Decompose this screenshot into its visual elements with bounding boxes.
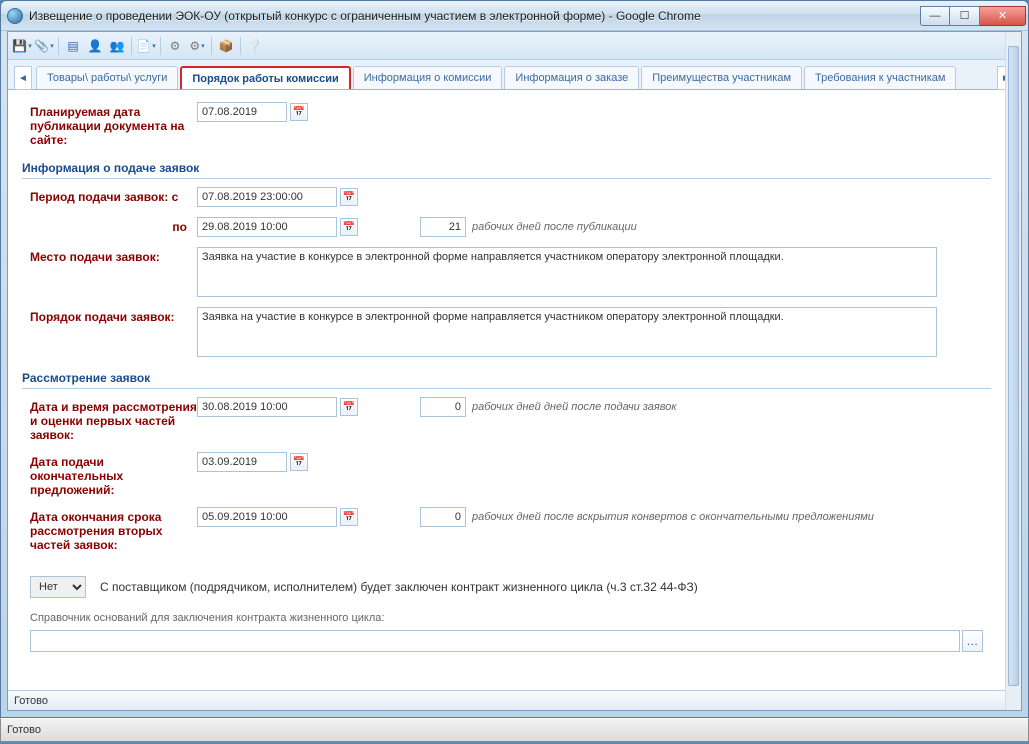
review1-label: Дата и время рассмотрения и оценки первы… <box>22 397 197 442</box>
doc-add-icon[interactable]: 📄▾ <box>136 36 156 56</box>
period-from-input[interactable] <box>197 187 337 207</box>
taskbar: Готово <box>0 718 1029 742</box>
window-titlebar: Извещение о проведении ЭОК-ОУ (открытый … <box>1 1 1028 31</box>
period-days-hint: рабочих дней после публикации <box>472 221 637 233</box>
lifecycle-contract-text: С поставщиком (подрядчиком, исполнителем… <box>100 580 698 594</box>
tab-order-info[interactable]: Информация о заказе <box>504 66 639 89</box>
final-input[interactable] <box>197 452 287 472</box>
calendar-icon[interactable]: 📅 <box>290 453 308 471</box>
close-button[interactable]: ✕ <box>980 6 1026 26</box>
tab-goods[interactable]: Товары\ работы\ услуги <box>36 66 178 89</box>
tab-scroll-left[interactable]: ◄ <box>14 66 32 90</box>
window-title: Извещение о проведении ЭОК-ОУ (открытый … <box>29 9 920 23</box>
review2-days-input[interactable] <box>420 507 466 527</box>
status-text: Готово <box>14 695 48 707</box>
attach-icon[interactable]: 📎▾ <box>34 36 54 56</box>
tab-requirements[interactable]: Требования к участникам <box>804 66 956 89</box>
taskbar-status: Готово <box>7 724 41 736</box>
place-label: Место подачи заявок: <box>22 247 197 264</box>
period-to-label: по <box>22 217 197 234</box>
gear-icon[interactable]: ⚙ <box>165 36 185 56</box>
review1-hint: рабочих дней дней после подачи заявок <box>472 401 677 413</box>
calendar-icon[interactable]: 📅 <box>340 188 358 206</box>
planned-pub-input[interactable] <box>197 102 287 122</box>
period-days-input[interactable] <box>420 217 466 237</box>
help-icon[interactable]: ❔ <box>245 36 265 56</box>
planned-pub-label: Планируемая дата публикации документа на… <box>22 102 197 147</box>
calendar-icon[interactable]: 📅 <box>340 218 358 236</box>
place-textarea[interactable]: Заявка на участие в конкурсе в электронн… <box>197 247 937 297</box>
calendar-icon[interactable]: 📅 <box>340 398 358 416</box>
people-icon[interactable]: 👥 <box>107 36 127 56</box>
tab-commission-info[interactable]: Информация о комиссии <box>353 66 503 89</box>
section-review: Рассмотрение заявок <box>22 371 991 389</box>
person-icon[interactable]: 👤 <box>85 36 105 56</box>
order-textarea[interactable]: Заявка на участие в конкурсе в электронн… <box>197 307 937 357</box>
save-icon[interactable]: 💾▾ <box>12 36 32 56</box>
tabstrip: ◄ Товары\ работы\ услуги Порядок работы … <box>8 60 1021 90</box>
review2-hint: рабочих дней после вскрытия конвертов с … <box>472 511 874 523</box>
tab-advantages[interactable]: Преимущества участникам <box>641 66 802 89</box>
gear-dd-icon[interactable]: ⚙▾ <box>187 36 207 56</box>
list-icon[interactable]: ▤ <box>63 36 83 56</box>
toolbar: 💾▾ 📎▾ ▤ 👤 👥 📄▾ ⚙ ⚙▾ 📦 ❔ <box>8 32 1021 60</box>
order-label: Порядок подачи заявок: <box>22 307 197 324</box>
section-submission: Информация о подаче заявок <box>22 161 991 179</box>
maximize-button[interactable]: ☐ <box>950 6 980 26</box>
grounds-input[interactable] <box>30 630 960 652</box>
final-label: Дата подачи окончательных предложений: <box>22 452 197 497</box>
calendar-icon[interactable]: 📅 <box>290 103 308 121</box>
review1-input[interactable] <box>197 397 337 417</box>
minimize-button[interactable]: — <box>920 6 950 26</box>
review2-label: Дата окончания срока рассмотрения вторых… <box>22 507 197 552</box>
grounds-label: Справочник оснований для заключения конт… <box>22 612 991 624</box>
calendar-icon[interactable]: 📅 <box>340 508 358 526</box>
status-bar: Готово <box>8 690 1021 710</box>
form-content: Планируемая дата публикации документа на… <box>8 90 1021 690</box>
review2-input[interactable] <box>197 507 337 527</box>
lifecycle-contract-select[interactable]: Нет <box>30 576 86 598</box>
review1-days-input[interactable] <box>420 397 466 417</box>
export-icon[interactable]: 📦 <box>216 36 236 56</box>
period-to-input[interactable] <box>197 217 337 237</box>
grounds-picker-button[interactable]: … <box>962 630 984 652</box>
browser-icon <box>7 8 23 24</box>
outer-scrollbar[interactable] <box>1005 32 1021 710</box>
period-from-label: Период подачи заявок: с <box>22 187 197 204</box>
tab-commission-order[interactable]: Порядок работы комиссии <box>180 66 350 89</box>
